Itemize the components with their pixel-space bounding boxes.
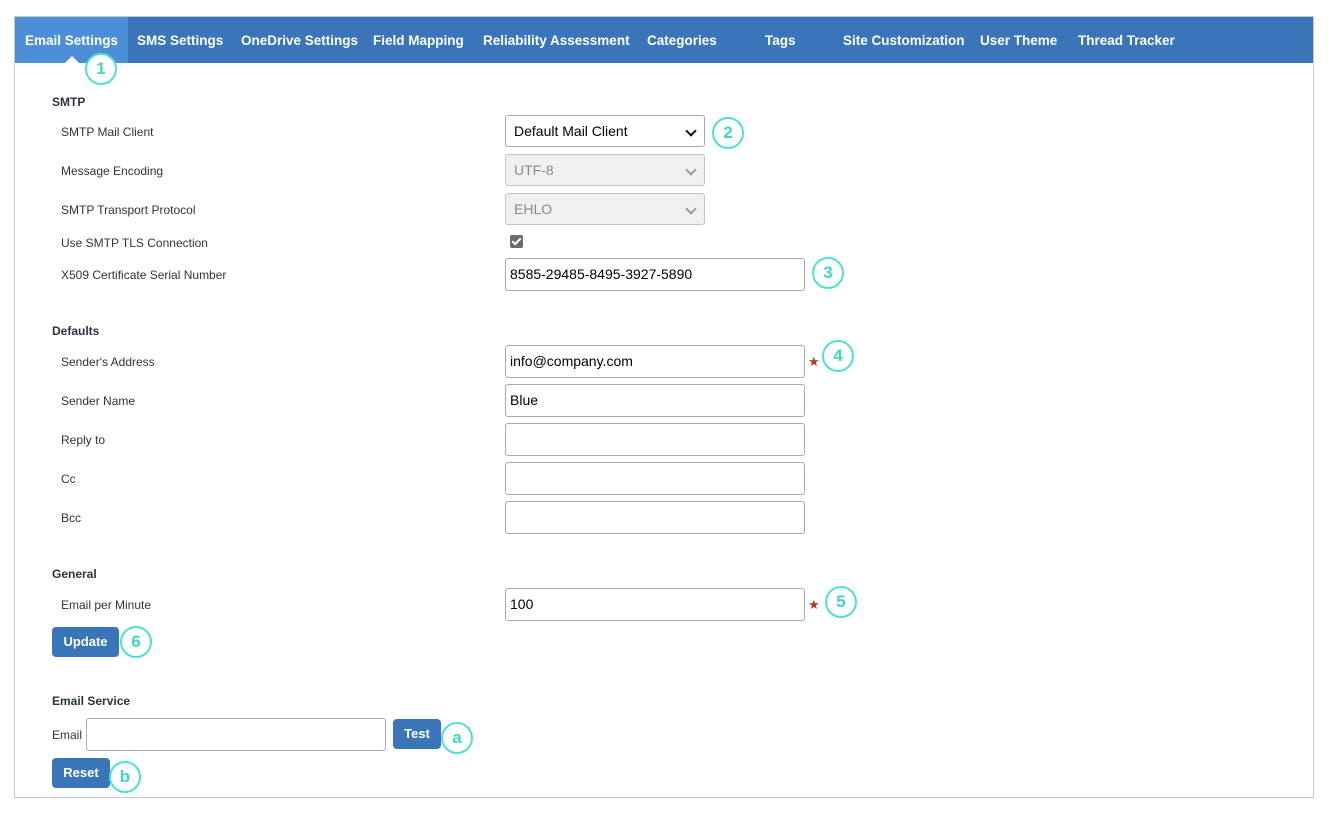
message-encoding-select: UTF-8	[505, 154, 705, 186]
test-button[interactable]: Test	[393, 719, 441, 749]
callout-badge-2: 2	[712, 117, 744, 149]
email-per-minute-label: Email per Minute	[61, 598, 152, 612]
callout-badge-b: b	[109, 761, 141, 793]
general-section-title: General	[52, 567, 97, 581]
smtp-transport-protocol-select: EHLO	[505, 193, 705, 225]
sender-address-label: Sender's Address	[61, 355, 155, 369]
smtp-tls-checkbox[interactable]	[510, 235, 523, 248]
tab-categories[interactable]: Categories	[647, 17, 717, 63]
x509-serial-label: X509 Certificate Serial Number	[61, 268, 227, 282]
reply-to-input[interactable]	[505, 423, 805, 456]
chevron-down-icon	[685, 164, 697, 176]
smtp-transport-protocol-label: SMTP Transport Protocol	[61, 203, 196, 217]
tab-sms-settings[interactable]: SMS Settings	[137, 17, 223, 63]
required-star-icon: ★	[808, 597, 820, 612]
email-per-minute-input[interactable]: 100	[505, 588, 805, 621]
callout-badge-4: 4	[822, 340, 854, 372]
bcc-label: Bcc	[61, 511, 82, 525]
bcc-input[interactable]	[505, 501, 805, 534]
callout-badge-3: 3	[812, 257, 844, 289]
tab-user-theme[interactable]: User Theme	[980, 17, 1057, 63]
tab-bar: Email Settings SMS Settings OneDrive Set…	[15, 17, 1313, 63]
update-button[interactable]: Update	[52, 627, 119, 657]
tab-reliability-assessment[interactable]: Reliability Assessment	[483, 17, 630, 63]
callout-badge-5: 5	[825, 586, 857, 618]
reset-button[interactable]: Reset	[52, 758, 110, 788]
sender-name-label: Sender Name	[61, 394, 136, 408]
sender-address-input[interactable]: info@company.com	[505, 345, 805, 378]
tab-onedrive-settings[interactable]: OneDrive Settings	[241, 17, 358, 63]
smtp-mail-client-select[interactable]: Default Mail Client	[505, 115, 705, 147]
email-service-email-label: Email	[52, 728, 83, 742]
smtp-mail-client-label: SMTP Mail Client	[61, 125, 154, 139]
callout-badge-a: a	[441, 722, 473, 754]
tab-tags[interactable]: Tags	[765, 17, 796, 63]
settings-panel: Email Settings SMS Settings OneDrive Set…	[14, 16, 1314, 798]
x509-serial-input[interactable]: 8585-29485-8495-3927-5890	[505, 258, 805, 291]
message-encoding-label: Message Encoding	[61, 164, 164, 178]
tab-thread-tracker[interactable]: Thread Tracker	[1078, 17, 1175, 63]
email-service-section-title: Email Service	[52, 694, 131, 708]
message-encoding-value: UTF-8	[514, 162, 554, 178]
smtp-section-title: SMTP	[52, 95, 86, 109]
required-star-icon: ★	[808, 354, 820, 369]
tab-field-mapping[interactable]: Field Mapping	[373, 17, 464, 63]
cc-input[interactable]	[505, 462, 805, 495]
sender-name-input[interactable]: Blue	[505, 384, 805, 417]
defaults-section-title: Defaults	[52, 324, 100, 338]
tab-site-customization[interactable]: Site Customization	[843, 17, 965, 63]
smtp-mail-client-value: Default Mail Client	[514, 123, 628, 139]
callout-badge-1: 1	[85, 53, 117, 85]
chevron-down-icon	[685, 203, 697, 215]
cc-label: Cc	[61, 472, 76, 486]
smtp-tls-label: Use SMTP TLS Connection	[61, 236, 208, 250]
email-service-email-input[interactable]	[86, 718, 386, 751]
callout-badge-6: 6	[120, 626, 152, 658]
chevron-down-icon	[685, 125, 697, 137]
smtp-transport-protocol-value: EHLO	[514, 201, 553, 217]
reply-to-label: Reply to	[61, 433, 106, 447]
